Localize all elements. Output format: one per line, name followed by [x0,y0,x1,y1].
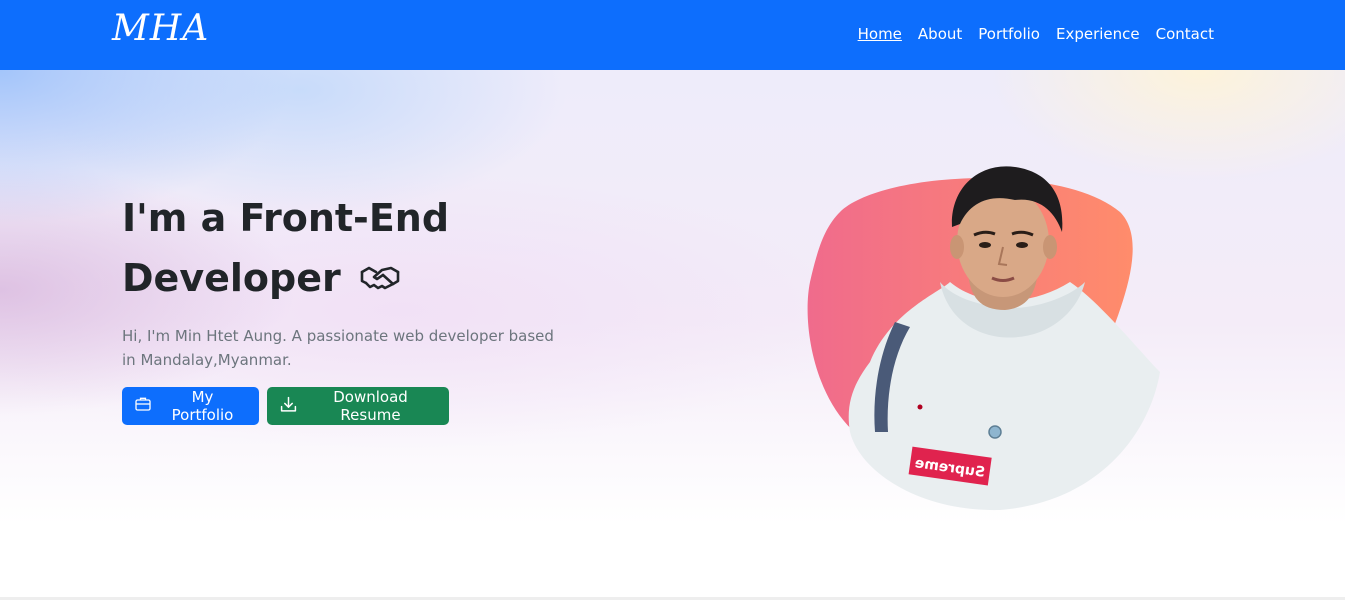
nav-link-about[interactable]: About [910,22,970,46]
handshake-icon [360,248,400,308]
nav-link-portfolio[interactable]: Portfolio [970,22,1048,46]
download-resume-button[interactable]: Download Resume [267,387,449,425]
hero-section: I'm a Front-End Developer Hi, I'm Min Ht… [0,70,1345,525]
nav-link-experience[interactable]: Experience [1048,22,1148,46]
hero-title-line2: Developer [122,256,341,300]
download-resume-label: Download Resume [333,388,408,424]
briefcase-icon [135,396,159,416]
brand-logo[interactable]: MHA [112,8,209,49]
profile-photo: Supreme [800,132,1180,512]
nav-links: Home About Portfolio Experience Contact [850,22,1222,46]
nav-link-home[interactable]: Home [850,22,910,46]
navbar: MHA Home About Portfolio Experience Cont… [0,0,1345,70]
hero-title: I'm a Front-End Developer [122,188,602,308]
my-portfolio-button[interactable]: My Portfolio [122,387,259,425]
hero-description: Hi, I'm Min Htet Aung. A passionate web … [122,327,554,369]
my-portfolio-label: My Portfolio [171,388,234,424]
nav-link-contact[interactable]: Contact [1148,22,1222,46]
hero-title-line1: I'm a Front-End [122,196,450,240]
download-icon [280,396,305,417]
